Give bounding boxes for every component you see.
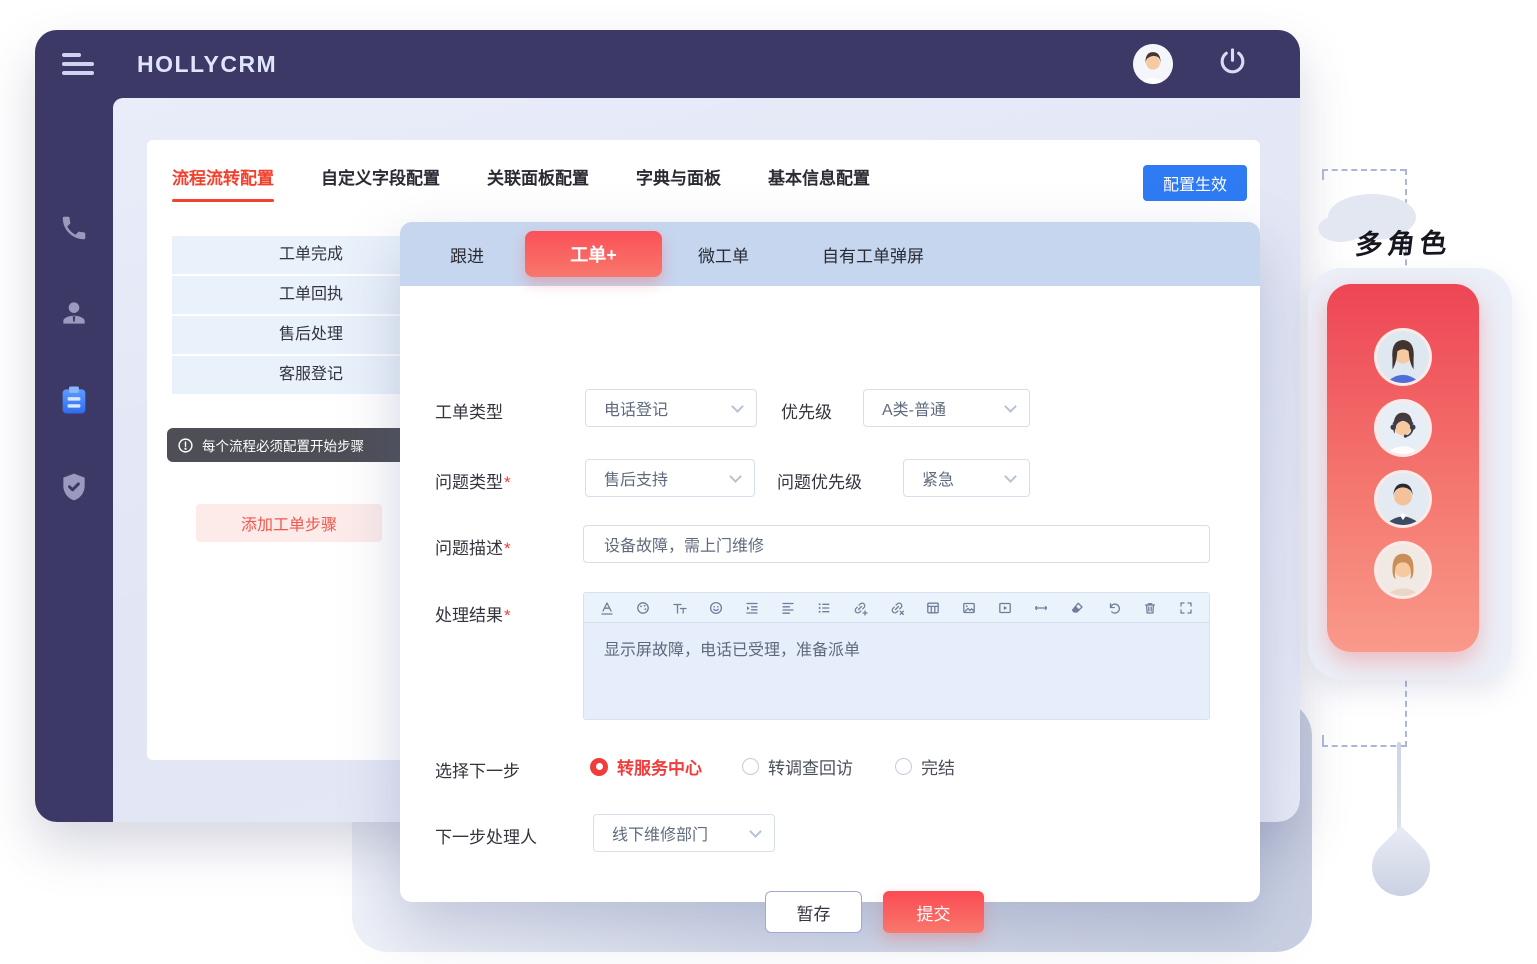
tab-process-flow-config[interactable]: 流程流转配置 [172,164,274,202]
avatar-female-agent-headset[interactable] [1374,399,1432,457]
horizontal-rule-icon[interactable] [1033,600,1049,616]
priority-select[interactable]: A类-普通 [863,389,1030,427]
chevron-down-icon [731,400,744,413]
eraser-icon[interactable] [1069,600,1085,616]
radio-finish[interactable] [895,758,912,775]
issue-type-label: 问题类型* [435,468,511,493]
avatar-male-agent[interactable] [1374,470,1432,528]
editor-toolbar [584,593,1209,623]
tab-follow-up[interactable]: 跟进 [450,242,484,267]
delete-icon[interactable] [1142,600,1158,616]
tab-dictionary-panel[interactable]: 字典与面板 [636,164,721,202]
page-tabs: 流程流转配置 自定义字段配置 关联面板配置 字典与面板 基本信息配置 配置生效 [172,164,1247,202]
warning-text: 每个流程必须配置开始步骤 [202,435,364,455]
radio-label[interactable]: 完结 [921,754,955,779]
priority-label: 优先级 [781,398,832,423]
table-icon[interactable] [925,600,941,616]
menu-icon[interactable] [62,53,96,75]
issue-priority-label: 问题优先级 [777,468,862,493]
issue-type-select[interactable]: 售后支持 [585,459,755,497]
avatar-female-agent-short-hair[interactable] [1374,541,1432,599]
chevron-down-icon [1004,470,1017,483]
tab-custom-field-config[interactable]: 自定义字段配置 [321,164,440,202]
align-icon[interactable] [780,600,796,616]
phone-icon[interactable] [59,213,89,248]
exclamation-icon [177,437,194,454]
tab-basic-info-config[interactable]: 基本信息配置 [768,164,870,202]
emoji-icon[interactable] [708,600,724,616]
modal-tab-bar: 跟进 工单+ 微工单 自有工单弹屏 [400,222,1260,286]
radio-survey-callback[interactable] [742,758,759,775]
issue-desc-input[interactable]: 设备故障，需上门维修 [583,525,1210,563]
link-add-icon[interactable] [852,600,868,616]
page: HOLLYCRM 流程流转配置 自定义字段配置 关联面板配置 字典与面板 基本信… [0,0,1537,964]
work-order-modal: 跟进 工单+ 微工单 自有工单弹屏 工单类型 电话登记 优先级 A类-普通 问题… [400,222,1260,902]
user-avatar[interactable] [1133,44,1173,84]
chevron-down-icon [1004,400,1017,413]
chevron-down-icon [729,470,742,483]
security-icon[interactable] [58,471,90,508]
multi-role-label: 多角色 [1353,221,1454,262]
tab-micro-work-order[interactable]: 微工单 [698,242,749,267]
radio-label[interactable]: 转调查回访 [768,754,853,779]
tab-related-panel-config[interactable]: 关联面板配置 [487,164,589,202]
sidebar [35,98,113,822]
work-order-icon[interactable] [57,383,91,422]
rich-text-editor: 显示屏故障，电话已受理，准备派单 [583,592,1210,720]
tab-own-popup[interactable]: 自有工单弹屏 [822,242,924,267]
next-step-options: 转服务中心 转调查回访 完结 [590,754,955,779]
water-drop-shape [1360,826,1442,908]
power-icon[interactable] [1217,46,1248,82]
link-remove-icon[interactable] [889,600,905,616]
save-draft-button[interactable]: 暂存 [765,891,862,933]
text-size-icon[interactable] [671,600,687,616]
warning-tooltip: 每个流程必须配置开始步骤 [167,428,433,462]
tab-work-order[interactable]: 工单+ [525,231,662,277]
undo-icon[interactable] [1106,600,1122,616]
result-editor-content[interactable]: 显示屏故障，电话已受理，准备派单 [584,623,1209,719]
radio-service-center[interactable] [590,758,608,776]
contact-icon[interactable] [58,297,90,334]
submit-button[interactable]: 提交 [883,891,984,933]
next-handler-label: 下一步处理人 [435,823,537,848]
apply-config-button[interactable]: 配置生效 [1143,165,1247,201]
font-style-icon[interactable] [599,600,615,616]
issue-desc-label: 问题描述* [435,534,511,559]
issue-priority-select[interactable]: 紧急 [903,459,1030,497]
fullscreen-icon[interactable] [1178,600,1194,616]
order-type-label: 工单类型 [435,398,503,423]
app-header: HOLLYCRM [35,30,1300,98]
dashed-line [1322,169,1324,180]
next-step-label: 选择下一步 [435,757,520,782]
color-palette-icon[interactable] [635,600,651,616]
indent-icon[interactable] [744,600,760,616]
video-icon[interactable] [997,600,1013,616]
image-icon[interactable] [961,600,977,616]
result-label: 处理结果* [435,601,511,626]
dashed-line [1322,735,1324,745]
next-handler-select[interactable]: 线下维修部门 [593,814,775,852]
brand-logo: HOLLYCRM [137,51,277,78]
chevron-down-icon [749,825,762,838]
add-step-button[interactable]: 添加工单步骤 [196,504,382,542]
avatar-female-agent[interactable] [1374,328,1432,386]
radio-label[interactable]: 转服务中心 [617,754,702,779]
order-type-select[interactable]: 电话登记 [585,389,757,427]
unordered-list-icon[interactable] [816,600,832,616]
dashed-line [1322,169,1406,171]
dashed-line [1322,745,1406,747]
